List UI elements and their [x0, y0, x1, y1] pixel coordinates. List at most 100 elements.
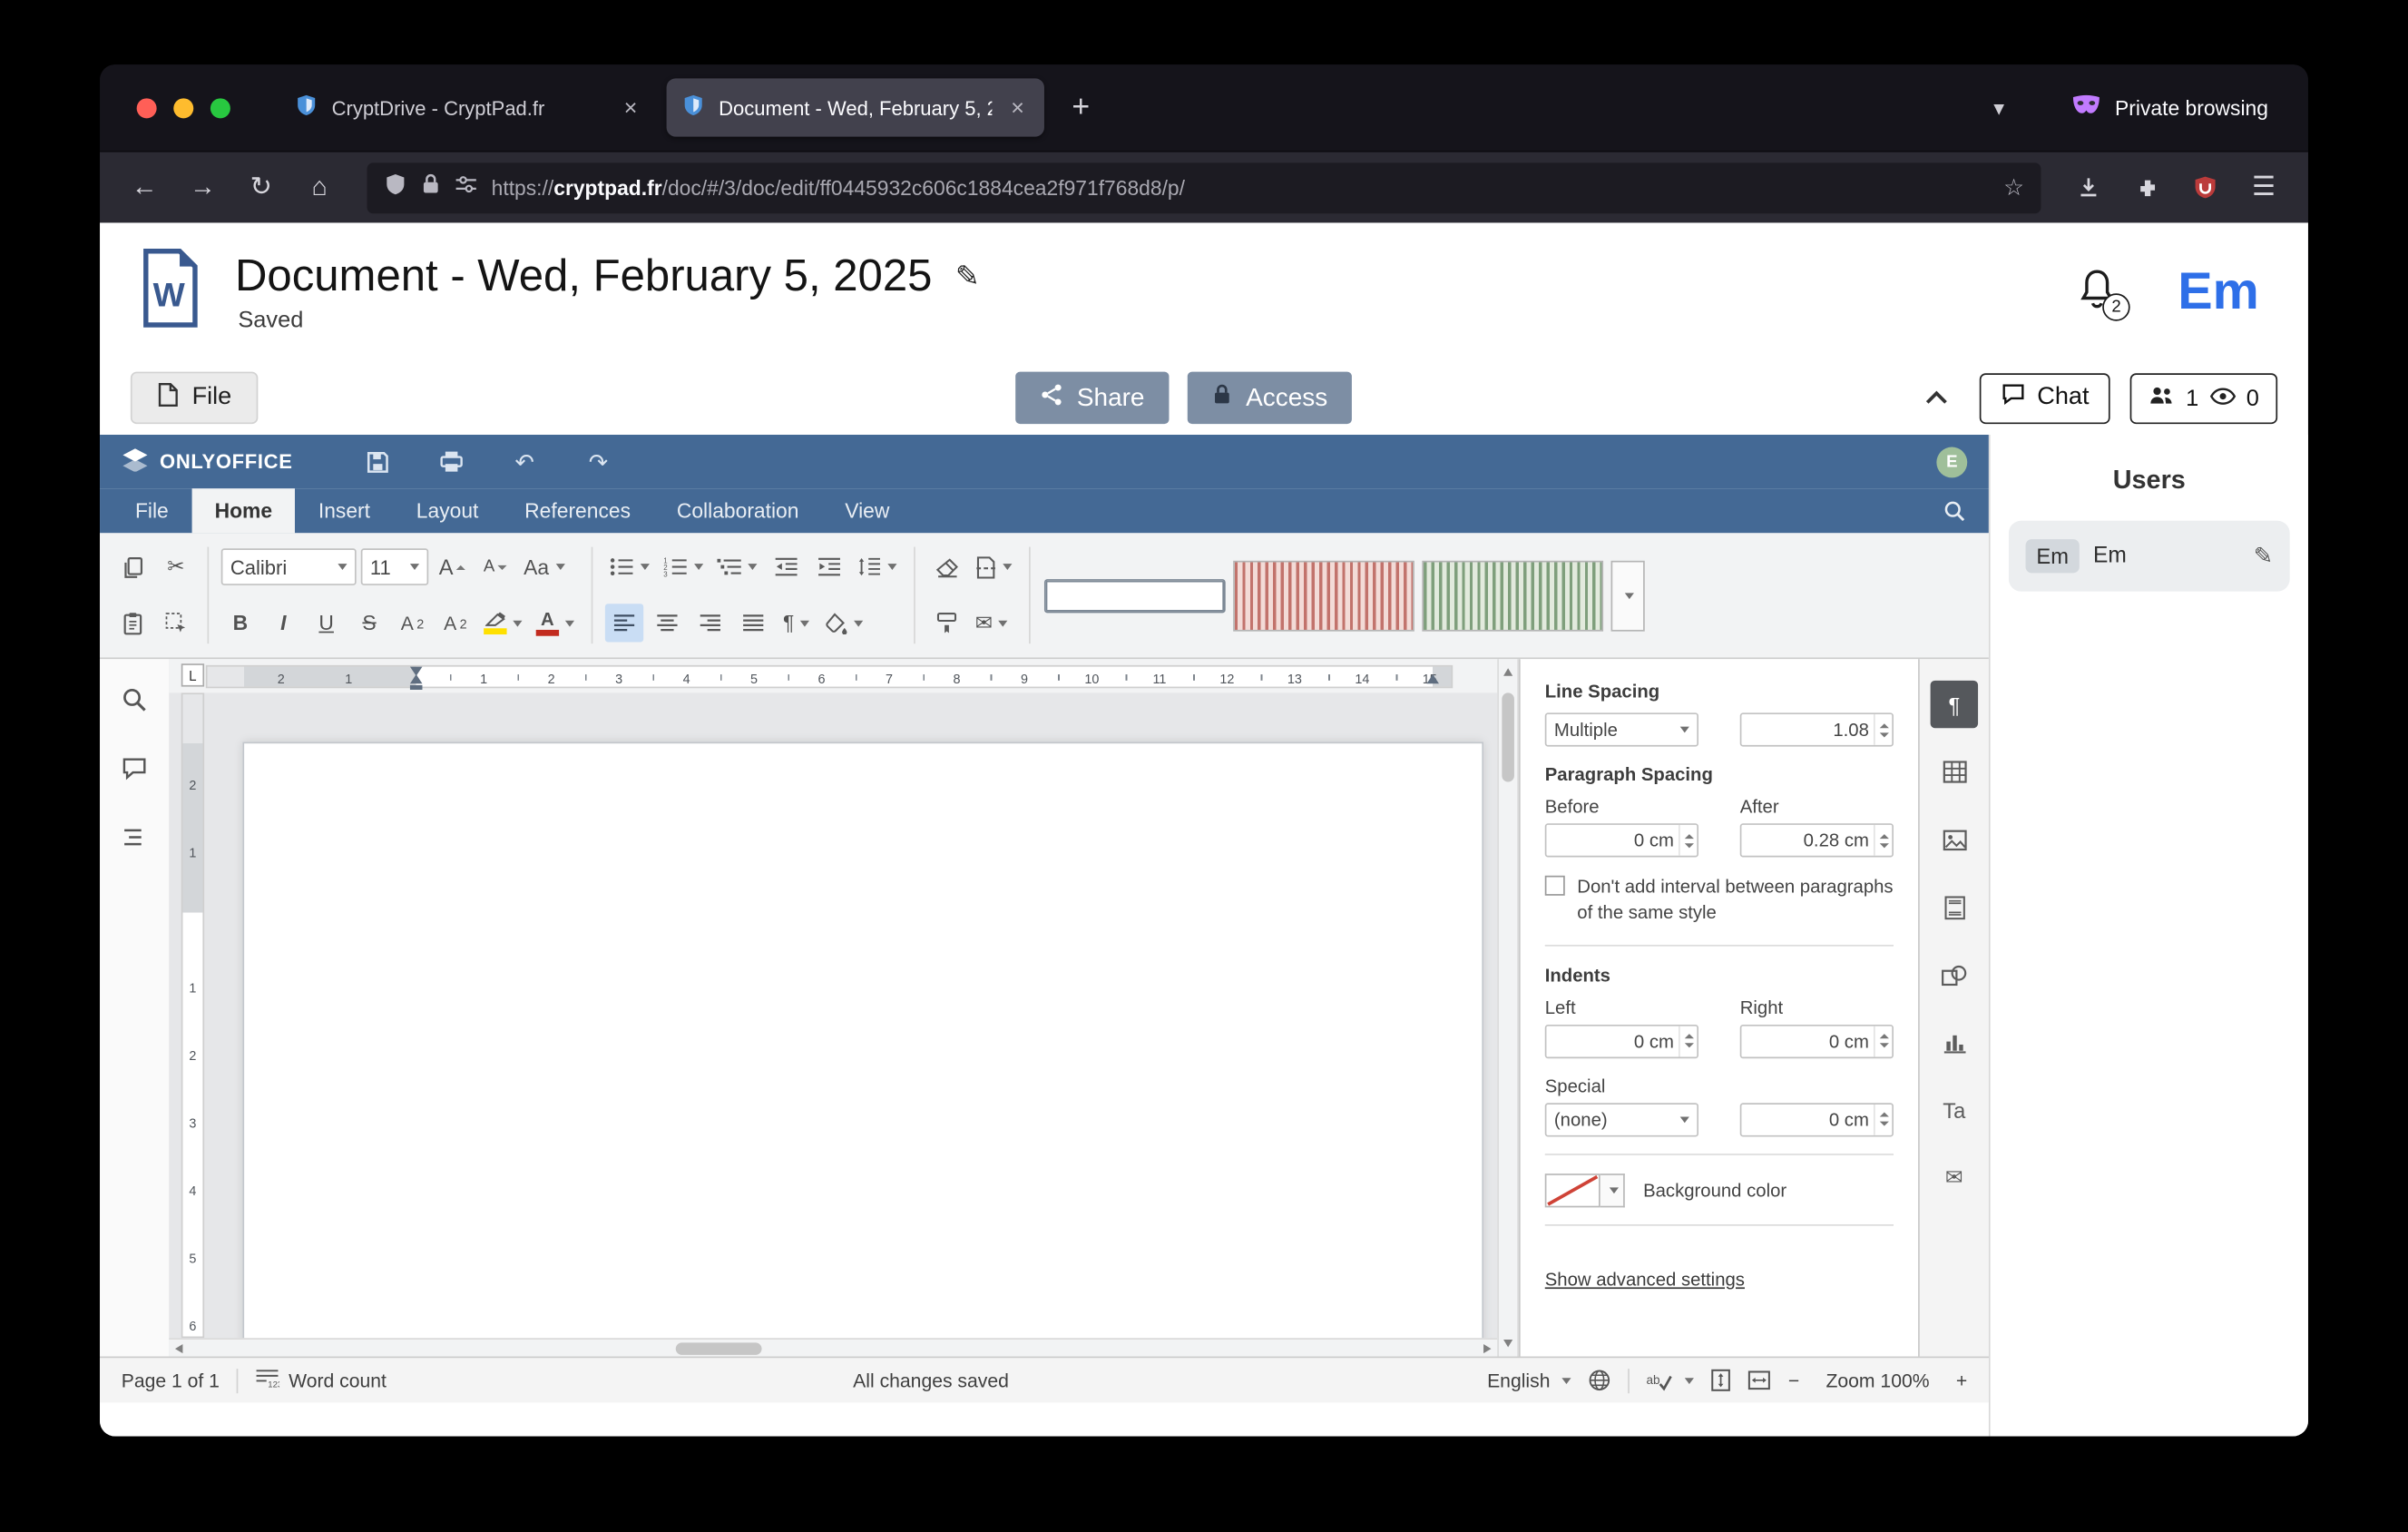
share-button[interactable]: Share: [1015, 372, 1169, 425]
decrease-font-size-icon[interactable]: A: [476, 548, 514, 586]
align-left-button[interactable]: [605, 604, 643, 643]
line-spacing-icon[interactable]: [852, 548, 901, 586]
presence-indicator[interactable]: 1 0: [2130, 372, 2277, 423]
underline-button[interactable]: U: [308, 604, 346, 643]
scroll-left-arrow[interactable]: [175, 1344, 182, 1353]
home-button[interactable]: ⌂: [293, 162, 346, 211]
collapse-toolbar-button[interactable]: [1913, 375, 1959, 421]
menu-collaboration[interactable]: Collaboration: [653, 488, 821, 533]
nonprinting-characters-icon[interactable]: ¶: [777, 604, 815, 643]
font-color-button[interactable]: A: [532, 604, 579, 643]
copy-style-icon[interactable]: [927, 604, 965, 643]
ublock-icon[interactable]: [2179, 162, 2232, 211]
line-spacing-input[interactable]: 1.08: [1740, 712, 1894, 746]
tab-cryptdrive[interactable]: CryptDrive - CryptPad.fr ×: [279, 78, 657, 136]
background-color-dropdown[interactable]: [1600, 1174, 1625, 1207]
chart-settings-icon[interactable]: [1931, 1018, 1978, 1066]
lock-icon[interactable]: [421, 172, 441, 203]
tab-document[interactable]: Document - Wed, February 5, 2 ×: [667, 78, 1044, 136]
scroll-down-arrow[interactable]: [1503, 1340, 1512, 1347]
window-zoom-button[interactable]: [210, 97, 230, 117]
vertical-scroll-thumb[interactable]: [1502, 692, 1514, 781]
page-indicator[interactable]: Page 1 of 1: [122, 1370, 220, 1391]
indent-left-input[interactable]: 0 cm: [1545, 1025, 1698, 1058]
back-button[interactable]: ←: [118, 162, 171, 211]
undo-icon[interactable]: ↶: [508, 445, 542, 478]
edit-user-icon[interactable]: ✎: [2254, 542, 2273, 569]
menu-view[interactable]: View: [822, 488, 913, 533]
mail-merge-settings-icon[interactable]: ✉: [1931, 1154, 1978, 1201]
spinner-arrows[interactable]: [1679, 825, 1697, 856]
spinner-arrows[interactable]: [1874, 1026, 1892, 1056]
find-replace-icon[interactable]: [113, 677, 155, 720]
scroll-right-arrow[interactable]: [1483, 1344, 1491, 1353]
permissions-icon[interactable]: [455, 172, 477, 201]
zoom-out-button[interactable]: −: [1788, 1370, 1799, 1391]
align-right-button[interactable]: [691, 604, 729, 643]
document-page[interactable]: [242, 742, 1483, 1357]
print-icon[interactable]: [434, 445, 467, 478]
spinner-arrows[interactable]: [1874, 1105, 1892, 1135]
forward-button[interactable]: →: [177, 162, 230, 211]
highlight-color-button[interactable]: [479, 604, 526, 643]
shape-settings-icon[interactable]: [1931, 951, 1978, 998]
tab-close-icon[interactable]: ×: [620, 94, 642, 121]
increase-indent-icon[interactable]: [809, 548, 847, 586]
reload-button[interactable]: ↻: [235, 162, 288, 211]
list-all-tabs-button[interactable]: ▾: [1978, 94, 2020, 121]
special-indent-select[interactable]: (none): [1545, 1103, 1698, 1136]
left-indent-marker[interactable]: [410, 684, 423, 690]
bookmark-star-icon[interactable]: ☆: [2003, 173, 2024, 201]
account-avatar[interactable]: Em: [2178, 262, 2259, 322]
styles-gallery-expand-button[interactable]: [1611, 560, 1645, 631]
style-swatch-heading[interactable]: [1422, 560, 1603, 631]
table-settings-icon[interactable]: [1931, 748, 1978, 795]
fit-width-icon[interactable]: [1748, 1370, 1771, 1390]
vertical-scrollbar[interactable]: [1497, 659, 1519, 1356]
background-color-swatch[interactable]: [1545, 1174, 1600, 1207]
fit-page-icon[interactable]: [1711, 1369, 1731, 1391]
horizontal-ruler[interactable]: 2 1 1 2 3 4 5 6 7 8: [206, 665, 1453, 688]
word-count-button[interactable]: 123 Word count: [255, 1367, 387, 1393]
paragraph-settings-icon[interactable]: ¶: [1931, 681, 1978, 728]
tracking-shield-icon[interactable]: [384, 172, 406, 204]
font-size-select[interactable]: 11: [361, 549, 428, 586]
rename-document-icon[interactable]: ✎: [955, 259, 980, 294]
menu-file[interactable]: File: [113, 488, 192, 533]
menu-layout[interactable]: Layout: [393, 488, 501, 533]
bullet-list-icon[interactable]: [605, 548, 654, 586]
vertical-ruler[interactable]: 2 1 1 2 3 4 5 6: [181, 692, 204, 1338]
justify-button[interactable]: [734, 604, 772, 643]
paste-icon[interactable]: [113, 604, 152, 643]
superscript-button[interactable]: A2: [393, 604, 431, 643]
special-indent-input[interactable]: 0 cm: [1740, 1103, 1894, 1136]
right-indent-marker[interactable]: [1426, 674, 1439, 683]
mail-merge-icon[interactable]: ✉: [971, 604, 1013, 643]
comments-icon[interactable]: [113, 747, 155, 790]
horizontal-scrollbar[interactable]: [169, 1338, 1497, 1356]
window-minimize-button[interactable]: [173, 97, 193, 117]
save-icon[interactable]: [360, 445, 394, 478]
textart-settings-icon[interactable]: Ta: [1931, 1086, 1978, 1134]
spinner-arrows[interactable]: [1874, 714, 1892, 745]
bold-button[interactable]: B: [221, 604, 259, 643]
downloads-button[interactable]: [2062, 162, 2115, 211]
spell-checking-icon[interactable]: ab: [1647, 1370, 1694, 1391]
tab-close-icon[interactable]: ×: [1006, 94, 1029, 121]
indent-right-input[interactable]: 0 cm: [1740, 1025, 1894, 1058]
subscript-button[interactable]: A2: [436, 604, 475, 643]
advanced-settings-link[interactable]: Show advanced settings: [1545, 1269, 1745, 1291]
horizontal-scroll-thumb[interactable]: [676, 1342, 762, 1355]
interval-checkbox[interactable]: [1545, 876, 1565, 896]
chat-button[interactable]: Chat: [1979, 372, 2110, 423]
user-list-item[interactable]: Em Em ✎: [2009, 521, 2290, 592]
shading-icon[interactable]: [820, 604, 867, 643]
style-swatch-no-spacing[interactable]: [1233, 560, 1414, 631]
file-menu-button[interactable]: File: [131, 372, 258, 425]
extensions-icon[interactable]: [2120, 162, 2173, 211]
align-center-button[interactable]: [648, 604, 686, 643]
menu-insert[interactable]: Insert: [295, 488, 393, 533]
spinner-arrows[interactable]: [1874, 825, 1892, 856]
menu-button[interactable]: ☰: [2237, 162, 2290, 211]
header-footer-settings-icon[interactable]: [1931, 883, 1978, 930]
